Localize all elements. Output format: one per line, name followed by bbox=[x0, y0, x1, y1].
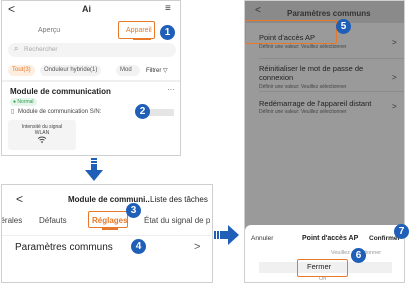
step-badge-1: 1 bbox=[160, 25, 175, 40]
menu-icon[interactable]: ≡ bbox=[165, 3, 171, 14]
active-tab-indicator bbox=[102, 228, 118, 230]
setting-subtitle: Définir une valeur: Veuillez sélectionne… bbox=[259, 84, 347, 90]
setting-subtitle: Définir une valeur: Veuillez sélectionne… bbox=[259, 109, 347, 115]
arrow-right-icon bbox=[214, 225, 239, 245]
status-text: Normal bbox=[17, 99, 34, 105]
filter-icon: ▽ bbox=[161, 68, 168, 74]
tab-overview[interactable]: Aperçu bbox=[38, 27, 60, 34]
setting-title: Redémarrage de l'appareil distant bbox=[259, 99, 372, 108]
device-icon: ▯ bbox=[11, 109, 15, 115]
filter-label: Filtrer bbox=[146, 68, 162, 74]
step-badge-4: 4 bbox=[131, 239, 146, 254]
page-title: Module de communi... bbox=[68, 195, 150, 204]
task-list-link[interactable]: Liste des tâches bbox=[150, 195, 208, 204]
wifi-icon bbox=[8, 136, 76, 145]
filter-chip-all[interactable]: Tout(3) bbox=[8, 65, 35, 76]
tab-faults[interactable]: Défauts bbox=[39, 216, 67, 225]
device-serial: Module de communication S/N: bbox=[18, 109, 102, 115]
highlight-settings-tab bbox=[88, 211, 128, 228]
setting-title: Réinitialiser le mot de passe de connexi… bbox=[259, 64, 364, 82]
back-icon[interactable]: < bbox=[8, 2, 15, 16]
plant-title: Ai bbox=[82, 4, 91, 14]
highlight-close-option bbox=[297, 259, 348, 277]
device-card-title[interactable]: Module de communication bbox=[10, 87, 111, 96]
search-placeholder: Rechercher bbox=[24, 46, 58, 53]
back-icon[interactable]: < bbox=[16, 192, 23, 206]
filter-chip-hybrid[interactable]: Onduleur hybride(1) bbox=[40, 65, 102, 76]
picker-title: Point d'accès AP bbox=[302, 235, 359, 242]
device-settings-screen: < Module de communi... Liste des tâches … bbox=[1, 184, 213, 283]
page-title: Paramètres communs bbox=[287, 9, 371, 18]
wlan-signal-card: Intensité du signal WLAN bbox=[8, 120, 76, 150]
filter-chip-module[interactable]: Mod bbox=[116, 65, 140, 76]
divider bbox=[259, 91, 404, 92]
highlight-device-tab bbox=[118, 21, 155, 39]
step-badge-6: 6 bbox=[351, 248, 366, 263]
tab-general[interactable]: nérales bbox=[2, 216, 22, 225]
common-params-row[interactable]: Paramètres communs bbox=[15, 242, 113, 253]
back-icon[interactable]: < bbox=[255, 5, 261, 16]
search-icon: ⌕ bbox=[14, 44, 19, 53]
divider bbox=[2, 80, 180, 82]
search-input[interactable]: ⌕ Rechercher bbox=[8, 43, 176, 57]
filter-button[interactable]: Filtrer ▽ bbox=[146, 67, 168, 74]
step-badge-7: 7 bbox=[394, 224, 409, 239]
chevron-right-icon: > bbox=[392, 38, 397, 47]
step-badge-2: 2 bbox=[135, 104, 150, 119]
highlight-ap-item bbox=[245, 20, 337, 44]
tab-signal-status[interactable]: État du signal de p bbox=[144, 216, 210, 225]
status-badge: ● Normal bbox=[10, 98, 37, 106]
arrow-down-icon bbox=[85, 158, 103, 181]
more-icon[interactable]: ··· bbox=[167, 85, 175, 94]
step-badge-3: 3 bbox=[126, 203, 141, 218]
setting-item-remote-restart[interactable]: Redémarrage de l'appareil distant Défini… bbox=[245, 93, 404, 123]
top-bar: < Ai ≡ bbox=[2, 1, 180, 19]
divider bbox=[2, 235, 212, 236]
cancel-button[interactable]: Annuler bbox=[251, 235, 273, 242]
serial-redacted bbox=[148, 109, 174, 116]
step-badge-5: 5 bbox=[336, 19, 351, 34]
chevron-right-icon: > bbox=[392, 102, 397, 111]
chevron-right-icon[interactable]: > bbox=[194, 241, 200, 253]
setting-subtitle: Définir une valeur: Veuillez sélectionne… bbox=[259, 44, 347, 50]
chevron-right-icon: > bbox=[392, 73, 397, 82]
